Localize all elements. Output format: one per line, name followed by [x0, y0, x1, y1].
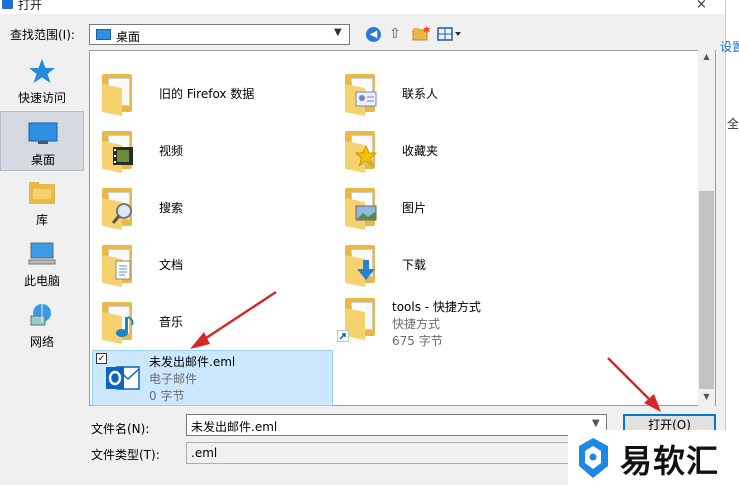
chevron-down-icon[interactable]: ▼ [592, 418, 600, 429]
folder-icon [100, 243, 140, 288]
window-title: 打开 [18, 0, 43, 12]
place-label: 网络 [29, 335, 54, 349]
file-type: 电子邮件 [149, 372, 198, 386]
contact-card-icon [355, 91, 377, 107]
view-menu-button[interactable] [437, 26, 461, 44]
places-bar: 快速访问 桌面 库 此电脑 网络 [0, 50, 84, 362]
file-name: 文档 [159, 258, 184, 272]
file-item[interactable]: tools - 快捷方式 快捷方式 675 字节 [337, 296, 579, 352]
file-name: 音乐 [159, 315, 184, 329]
file-size: 675 字节 [392, 334, 443, 348]
desktop-icon [96, 29, 111, 40]
music-note-icon [116, 316, 134, 337]
background-window-text-2: 全 [727, 117, 739, 131]
file-name: tools - 快捷方式 [392, 300, 481, 314]
file-name: 收藏夹 [402, 144, 439, 158]
shortcut-arrow-icon [337, 330, 349, 342]
file-item[interactable]: 视频 [100, 129, 336, 185]
close-button[interactable]: × [696, 0, 707, 12]
chevron-down-icon[interactable]: ▼ [334, 27, 342, 38]
grid-view-icon [437, 27, 461, 41]
file-name: 搜索 [159, 201, 184, 215]
scrollbar-thumb[interactable] [699, 191, 714, 389]
filetype-dropdown[interactable]: .eml [186, 442, 607, 464]
star-icon [29, 59, 55, 83]
file-name: 联系人 [402, 87, 439, 101]
back-button[interactable]: ◀ [366, 27, 381, 42]
place-label: 快速访问 [17, 91, 66, 105]
background-window [725, 0, 739, 485]
watermark-text: 易软汇 [620, 442, 720, 480]
folder-icon [100, 186, 140, 231]
svg-text:✱: ✱ [423, 26, 430, 36]
file-size: 0 字节 [149, 389, 185, 403]
picture-icon [355, 205, 377, 221]
file-name: 旧的 Firefox 数据 [159, 87, 255, 101]
lookin-value: 桌面 [116, 30, 141, 44]
place-network[interactable]: 网络 [0, 294, 84, 354]
lookin-dropdown[interactable]: 桌面 ▼ [89, 24, 350, 45]
place-label: 桌面 [30, 153, 55, 167]
new-folder-button[interactable]: ✱ [412, 26, 431, 44]
place-desktop[interactable]: 桌面 [0, 111, 84, 171]
folder-icon [100, 129, 140, 174]
app-icon [2, 0, 13, 9]
library-icon [29, 182, 55, 204]
folder-icon [343, 72, 383, 117]
file-item[interactable]: 收藏夹 [343, 129, 579, 185]
scroll-up-icon[interactable]: ▲ [698, 52, 715, 64]
folder-shortcut-icon [337, 296, 383, 342]
lookin-label: 查找范围(I): [10, 28, 75, 42]
download-arrow-icon [357, 260, 375, 280]
file-item-selected[interactable]: ✓ 未发出邮件.eml 电子邮件 0 字节 [92, 350, 333, 406]
outlook-icon [106, 366, 140, 390]
place-this-pc[interactable]: 此电脑 [0, 233, 84, 293]
file-item[interactable]: 搜索 [100, 186, 336, 242]
film-icon [113, 147, 133, 165]
folder-icon [343, 186, 383, 231]
background-window-text: 设置媒体 [720, 40, 739, 54]
filetype-label: 文件类型(T): [91, 448, 160, 462]
file-item[interactable]: 音乐 [100, 300, 336, 356]
computer-icon [28, 242, 56, 265]
new-folder-icon: ✱ [412, 26, 431, 41]
file-name: 视频 [159, 144, 184, 158]
folder-icon [100, 72, 140, 117]
file-name: 图片 [402, 201, 427, 215]
file-item[interactable]: 旧的 Firefox 数据 [100, 72, 336, 128]
up-folder-button[interactable]: ⇧ [389, 26, 407, 44]
file-name: 下载 [402, 258, 427, 272]
place-label: 库 [35, 213, 48, 227]
filetype-value: .eml [191, 446, 218, 460]
desktop-icon [28, 122, 58, 144]
file-item[interactable]: 下载 [343, 243, 579, 299]
folder-icon [100, 300, 140, 345]
file-item[interactable]: 文档 [100, 243, 336, 299]
filename-input[interactable]: 未发出邮件.eml ▼ [186, 414, 607, 436]
watermark-logo-icon [579, 438, 608, 478]
filename-label: 文件名(N): [91, 422, 150, 436]
file-type: 快捷方式 [392, 317, 441, 331]
file-item[interactable]: 图片 [343, 186, 579, 242]
place-label: 此电脑 [23, 274, 60, 288]
title-bar: 打开 × [0, 0, 725, 14]
scroll-down-icon[interactable]: ▼ [698, 392, 715, 404]
filename-value: 未发出邮件.eml [191, 420, 278, 434]
document-icon [115, 260, 131, 280]
magnifier-icon [112, 203, 132, 224]
place-quick-access[interactable]: 快速访问 [0, 50, 84, 110]
folder-icon [343, 129, 383, 174]
star-icon [355, 145, 377, 167]
watermark: 易软汇 [568, 430, 739, 485]
network-icon [30, 304, 51, 326]
file-name: 未发出邮件.eml [149, 355, 236, 369]
place-library[interactable]: 库 [0, 172, 84, 232]
file-item[interactable]: 联系人 [343, 72, 579, 128]
folder-icon [343, 243, 383, 288]
